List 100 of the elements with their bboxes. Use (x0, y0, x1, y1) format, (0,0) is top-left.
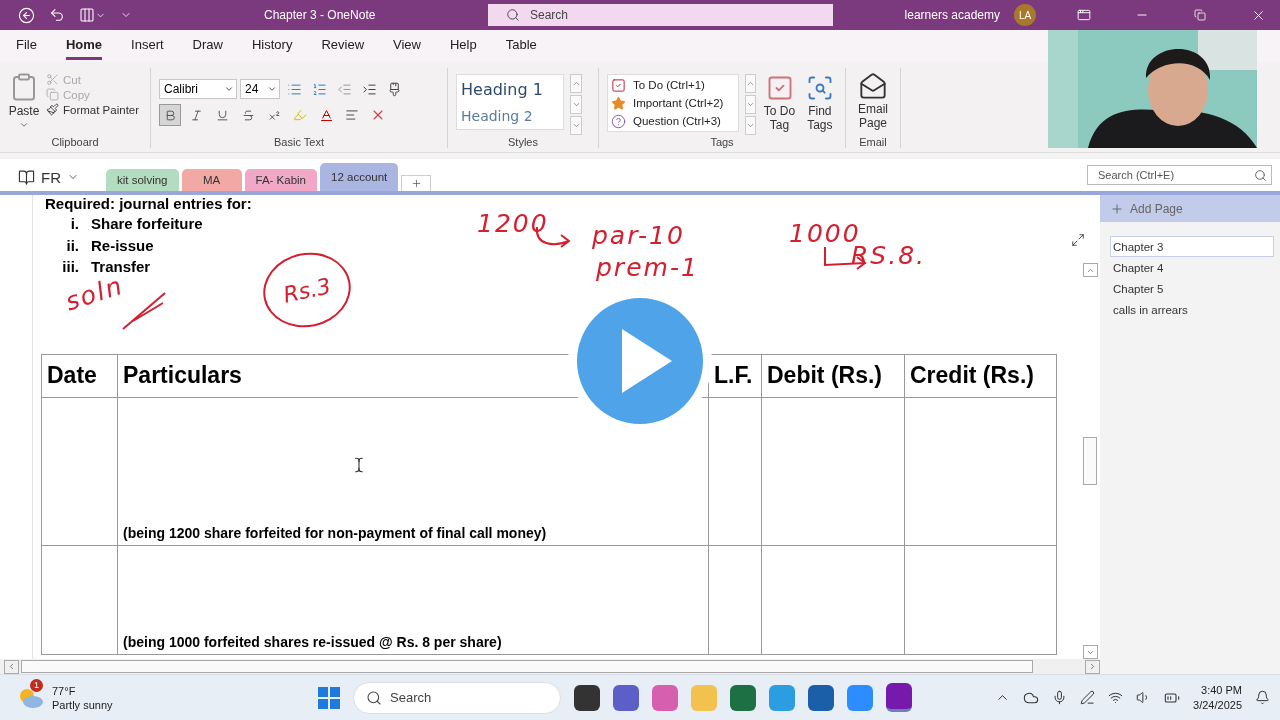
folder-icon[interactable] (691, 684, 717, 711)
video-call-icon[interactable] (847, 684, 873, 711)
scroll-down-button[interactable] (1082, 645, 1098, 659)
font-field[interactable]: Calibri (159, 79, 237, 99)
list-marker: iii. (61, 257, 80, 277)
checkbox-icon (611, 77, 626, 93)
list-item: Share forfeiture (91, 214, 203, 234)
scroll-up-button[interactable] (744, 74, 757, 93)
tag-item[interactable]: Important (Ctrl+2) (611, 94, 735, 112)
scrollbar-thumb[interactable] (21, 660, 1033, 673)
add-section-button[interactable] (401, 175, 432, 191)
styles-gallery[interactable]: Heading 1 Heading 2 (456, 74, 564, 130)
scroll-left-button[interactable] (4, 659, 19, 674)
italic-icon (189, 108, 203, 122)
chevron-down-icon (746, 100, 756, 109)
notebook-app-icon[interactable] (886, 683, 912, 712)
search-icon (506, 8, 520, 22)
tag-item[interactable]: Question (Ctrl+3) (611, 112, 735, 130)
column-header: Credit (Rs.) (904, 354, 1057, 397)
page-item[interactable]: Chapter 4 (1110, 257, 1274, 278)
section-tab[interactable]: kit solving (106, 169, 179, 191)
section-tab[interactable]: FA- Kabin (244, 169, 317, 191)
window-icon (1077, 8, 1091, 22)
scroll-down-button[interactable] (744, 95, 757, 114)
search-field[interactable]: Search (Ctrl+E) (1087, 165, 1272, 185)
page-item[interactable]: calls in arrears (1110, 299, 1274, 320)
menu-tab[interactable]: View (393, 32, 421, 60)
tags-gallery[interactable]: To Do (Ctrl+1) Important (Ctrl+2) Question (Ctrl+3) (607, 74, 739, 132)
add-page-button[interactable]: Add Page (1100, 195, 1280, 222)
ink-note: prem-1 (596, 253, 699, 282)
notebook-dropdown[interactable]: FR (12, 163, 85, 191)
page-item[interactable]: Chapter 3 (1110, 236, 1274, 257)
highlighter-icon (293, 108, 307, 122)
menu-tab[interactable]: Review (321, 32, 364, 60)
list-item: Re-issue (91, 235, 154, 256)
more-button[interactable] (744, 116, 757, 135)
expand-icon (1071, 233, 1085, 247)
avatar[interactable]: LA (1014, 4, 1036, 26)
search-field[interactable]: Search (488, 4, 833, 26)
todo-tag-button[interactable]: To Do Tag (762, 74, 797, 136)
clock-date[interactable]: 3/24/2025 (1193, 697, 1242, 713)
caret-icon (267, 84, 277, 94)
tag-item[interactable]: To Do (Ctrl+1) (611, 76, 735, 94)
bullets-icon (286, 81, 302, 97)
chat-icon[interactable] (613, 684, 639, 711)
clock-time[interactable]: 3:40 PM (1201, 682, 1242, 698)
menu-tab[interactable]: Table (505, 32, 537, 60)
menu-tab[interactable]: Draw (192, 32, 223, 60)
menu-tab[interactable]: Insert (131, 32, 164, 60)
search-icon (1254, 168, 1267, 182)
weather-icon[interactable] (18, 686, 44, 709)
more-button[interactable] (570, 116, 582, 135)
chevron-left-icon (7, 662, 16, 671)
ink-note: 1200 (477, 209, 549, 238)
scrollbar-thumb[interactable] (1083, 437, 1097, 485)
scroll-up-button[interactable] (1082, 263, 1098, 277)
scroll-right-button[interactable] (1085, 659, 1100, 674)
section-tab[interactable]: MA (181, 169, 242, 191)
plus-icon (410, 178, 422, 189)
menu-tab[interactable]: History (251, 32, 293, 60)
strikethrough-icon (241, 108, 255, 122)
list-marker: ii. (65, 235, 80, 256)
copilot-icon[interactable] (652, 684, 678, 711)
paste-button[interactable]: Paste (8, 72, 40, 136)
question-heading: Required: journal entries for: (45, 195, 253, 213)
bold-button[interactable] (159, 104, 181, 126)
list-marker: i. (69, 214, 80, 234)
task-view-icon[interactable] (574, 684, 600, 711)
superscript-icon (267, 108, 281, 122)
window-title: Chapter 3 - OneNote (264, 8, 377, 22)
style-item[interactable]: Heading 2 (461, 103, 559, 129)
notification-icon (1255, 690, 1270, 705)
copy-icon (46, 88, 59, 101)
plus-icon (1110, 201, 1124, 216)
page-item[interactable]: Chapter 5 (1110, 278, 1274, 299)
scissors-icon (46, 73, 59, 86)
scroll-up-button[interactable] (570, 74, 582, 93)
column-header: Date (41, 354, 118, 397)
format-painter-button[interactable]: Format Painter (46, 102, 140, 117)
find-tags-button[interactable]: Find Tags (802, 74, 837, 136)
store-icon[interactable] (808, 684, 834, 711)
email-page-button[interactable]: Email Page (854, 72, 892, 136)
caret-icon (224, 84, 234, 94)
group-label: Tags (709, 136, 735, 148)
format-icon (386, 81, 402, 97)
wifi-icon (1108, 690, 1124, 705)
spreadsheet-icon[interactable] (730, 684, 756, 711)
taskbar-search[interactable]: Search (353, 681, 561, 714)
menu-tab[interactable]: File (16, 32, 37, 60)
ink-note: par-10 (592, 221, 685, 250)
font-size-field[interactable]: 24 (240, 79, 280, 99)
windows-icon[interactable] (318, 686, 340, 709)
style-item[interactable]: Heading 1 (461, 77, 559, 103)
group-label: Email (858, 136, 888, 148)
scroll-down-button[interactable] (570, 95, 582, 114)
section-tab[interactable]: 12 account (320, 163, 399, 191)
browser-icon[interactable] (769, 684, 795, 711)
menu-tab[interactable]: Help (449, 32, 477, 60)
more-icon (571, 121, 581, 130)
more-icon (746, 121, 756, 130)
